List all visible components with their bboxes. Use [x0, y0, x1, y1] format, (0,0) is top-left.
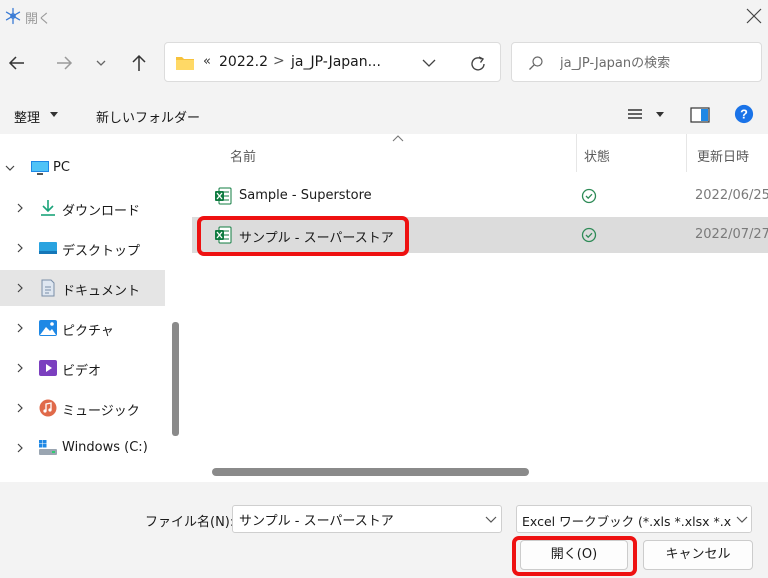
folder-icon [176, 57, 194, 70]
filetype-select[interactable]: Excel ワークブック (*.xls *.xlsx *.xlsm [516, 505, 752, 533]
arrow-right-icon[interactable] [53, 52, 75, 74]
svg-text:?: ? [740, 107, 748, 122]
window-title: 開く [25, 12, 52, 27]
filename-combobox[interactable] [232, 505, 502, 533]
dialog-footer: ファイル名(N): Excel ワークブック (*.xls *.xlsx *.x… [0, 482, 768, 578]
sidebar-scrollbar[interactable] [172, 322, 179, 436]
pictures-icon [39, 320, 57, 336]
title-bar: 開く [0, 0, 768, 34]
sidebar-item-label: ミュージック [62, 404, 140, 419]
search-input[interactable] [560, 52, 755, 74]
sidebar-item-label: ドキュメント [62, 284, 141, 299]
sidebar-item-downloads[interactable]: ダウンロード [0, 190, 165, 226]
chevron-down-icon[interactable] [736, 516, 748, 524]
column-header-status[interactable]: 状態 [584, 146, 610, 165]
breadcrumb-overflow[interactable]: « [203, 54, 211, 69]
chevron-down-icon[interactable] [90, 52, 112, 74]
sidebar-item-label: PC [53, 160, 70, 175]
desktop-icon [39, 242, 57, 254]
file-row[interactable]: Sample - Superstore 2022/06/25 [192, 178, 768, 214]
music-icon [39, 399, 57, 417]
sidebar-item-label: ビデオ [62, 364, 102, 379]
breadcrumb-separator: > [273, 53, 285, 69]
chevron-right-icon[interactable] [15, 283, 25, 293]
navigation-pane: PC ダウンロード デスクトップ ドキュメント ピクチャ ビデオ ミュージック … [0, 134, 185, 482]
address-bar[interactable]: « 2022.2 > ja_JP-Japan... [164, 42, 501, 82]
file-date: 2022/06/25 [695, 188, 768, 203]
chevron-down-icon[interactable] [485, 516, 497, 524]
sidebar-item-label: ダウンロード [62, 204, 141, 219]
sort-ascending-icon[interactable] [392, 134, 404, 142]
synced-check-icon [581, 227, 597, 243]
preview-pane-icon[interactable] [689, 105, 711, 125]
sidebar-item-music[interactable]: ミュージック [0, 390, 165, 426]
file-name: Sample - Superstore [239, 188, 372, 203]
file-date: 2022/07/27 [695, 227, 768, 242]
sidebar-item-pc[interactable]: PC [0, 150, 165, 186]
arrow-up-icon[interactable] [128, 52, 150, 74]
documents-icon [41, 279, 55, 297]
breadcrumb-item[interactable]: 2022.2 [219, 54, 268, 70]
sidebar-item-drive-c[interactable]: Windows (C:) [0, 430, 165, 466]
command-bar: 整理 新しいフォルダー ? [0, 96, 768, 134]
pc-icon [31, 161, 49, 175]
file-name: サンプル - スーパーストア [239, 231, 394, 246]
sidebar-item-label: Windows (C:) [62, 440, 148, 455]
snowflake-app-icon [5, 7, 21, 25]
open-button[interactable]: 開く(O) [520, 540, 628, 570]
cancel-button[interactable]: キャンセル [643, 540, 753, 570]
search-icon [529, 56, 543, 70]
filename-label: ファイル名(N): [145, 515, 235, 530]
chevron-right-icon[interactable] [15, 203, 25, 213]
synced-check-icon [581, 188, 597, 204]
breadcrumb-item[interactable]: ja_JP-Japan... [291, 54, 381, 70]
column-divider[interactable] [576, 134, 577, 172]
search-box[interactable] [511, 42, 762, 82]
sidebar-item-videos[interactable]: ビデオ [0, 350, 165, 386]
arrow-left-icon[interactable] [6, 52, 28, 74]
close-icon[interactable] [742, 4, 766, 28]
download-icon [41, 200, 55, 216]
excel-file-icon [215, 187, 232, 205]
column-header-name[interactable]: 名前 [230, 146, 256, 165]
chevron-down-icon[interactable] [5, 163, 15, 173]
address-dropdown-icon[interactable] [421, 55, 437, 71]
excel-file-icon [215, 226, 232, 244]
column-divider[interactable] [686, 134, 687, 172]
chevron-right-icon[interactable] [15, 363, 25, 373]
caret-down-icon [50, 112, 58, 117]
chevron-right-icon[interactable] [15, 443, 25, 453]
filename-input[interactable] [239, 510, 477, 528]
help-icon[interactable]: ? [733, 104, 755, 124]
organize-button[interactable]: 整理 [14, 107, 40, 126]
sidebar-item-desktop[interactable]: デスクトップ [0, 230, 165, 266]
view-menu-icon[interactable] [625, 105, 647, 125]
horizontal-scrollbar[interactable] [212, 468, 529, 476]
file-list: 名前 状態 更新日時 Sample - Superstore 2022/06/2… [192, 134, 768, 482]
chevron-right-icon[interactable] [15, 323, 25, 333]
new-folder-button[interactable]: 新しいフォルダー [96, 107, 200, 126]
chevron-right-icon[interactable] [15, 243, 25, 253]
sidebar-item-documents[interactable]: ドキュメント [0, 270, 165, 306]
chevron-right-icon[interactable] [15, 403, 25, 413]
videos-icon [39, 360, 57, 376]
drive-icon [39, 440, 57, 455]
sidebar-item-pictures[interactable]: ピクチャ [0, 310, 165, 346]
file-row-selected[interactable]: サンプル - スーパーストア 2022/07/27 [192, 217, 768, 253]
filetype-value: Excel ワークブック (*.xls *.xlsx *.xlsm [522, 514, 752, 529]
column-header-date-modified[interactable]: 更新日時 [697, 146, 749, 165]
filetype-dropdown[interactable] [731, 506, 751, 532]
refresh-icon[interactable] [468, 54, 488, 74]
sidebar-item-label: デスクトップ [62, 244, 141, 259]
navigation-bar: « 2022.2 > ja_JP-Japan... [0, 34, 768, 96]
sidebar-item-label: ピクチャ [62, 324, 114, 339]
caret-down-icon[interactable] [656, 112, 664, 118]
